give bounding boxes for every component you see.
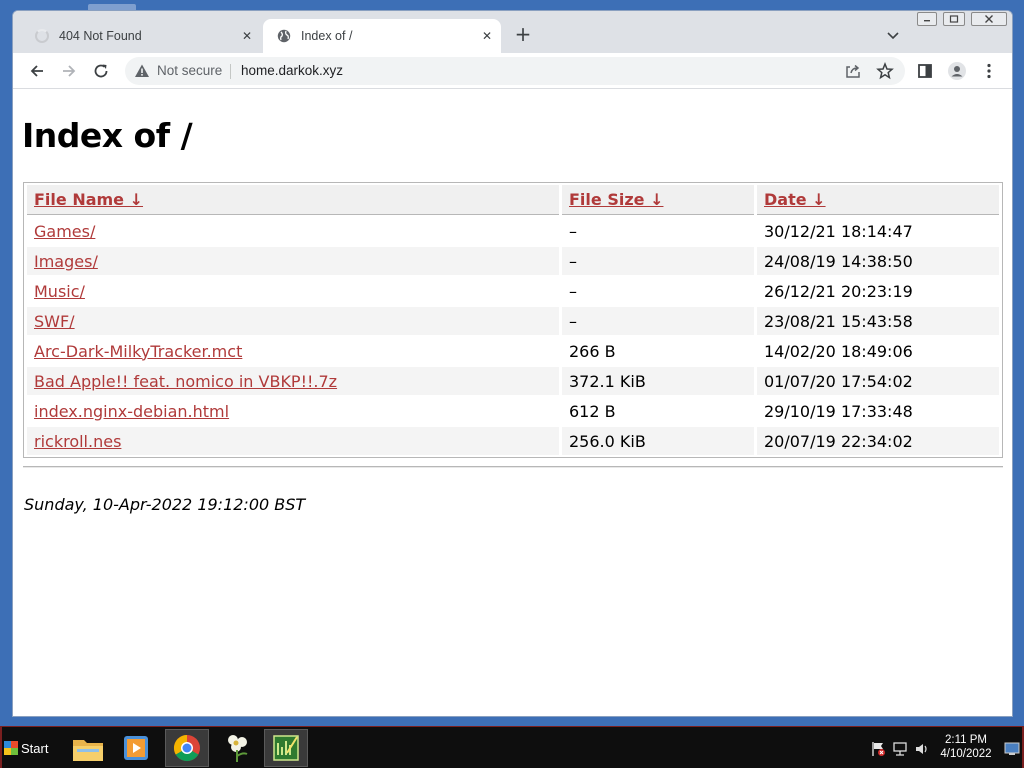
- file-link[interactable]: rickroll.nes: [34, 432, 121, 451]
- sort-by-name-link[interactable]: File Name ↓: [34, 190, 143, 209]
- network-icon[interactable]: [892, 741, 908, 761]
- volume-icon[interactable]: [914, 741, 930, 761]
- tab-title: Index of /: [301, 29, 353, 43]
- taskbar: Start 2:11 PM 4/10/2022: [0, 726, 1024, 768]
- system-tray: 2:11 PM 4/10/2022: [862, 727, 1022, 768]
- maximize-window-button[interactable]: [943, 12, 965, 26]
- share-icon[interactable]: [843, 61, 863, 81]
- horizontal-rule: [23, 466, 1003, 468]
- tab-search-chevron-icon[interactable]: [885, 27, 901, 43]
- file-date: 14/02/20 18:49:06: [764, 341, 913, 361]
- file-date: 26/12/21 20:23:19: [764, 281, 913, 301]
- file-link[interactable]: Music/: [34, 282, 85, 301]
- close-tab-icon[interactable]: ✕: [239, 28, 255, 44]
- sort-by-size-link[interactable]: File Size ↓: [569, 190, 663, 209]
- tracker-app-icon[interactable]: [264, 729, 308, 767]
- table-row: Bad Apple!! feat. nomico in VBKP!!.7z 37…: [27, 367, 999, 395]
- close-window-button[interactable]: [971, 12, 1007, 26]
- address-bar-divider: [230, 64, 231, 79]
- loading-spinner-icon: [35, 29, 49, 43]
- file-size: –: [562, 247, 754, 275]
- file-size: 266 B: [569, 341, 616, 361]
- start-label: Start: [21, 740, 49, 756]
- clock-time: 2:11 PM: [945, 734, 987, 746]
- browser-window: 404 Not Found ✕ Index of / ✕ + Not secur…: [12, 10, 1013, 717]
- clock-date: 4/10/2022: [940, 748, 992, 760]
- tab-index-of[interactable]: Index of / ✕: [263, 19, 501, 53]
- chrome-icon[interactable]: [165, 729, 209, 767]
- more-menu-icon[interactable]: [979, 61, 999, 81]
- file-size: 256.0 KiB: [562, 427, 754, 455]
- file-date: 29/10/19 17:33:48: [764, 401, 913, 421]
- file-link[interactable]: index.nginx-debian.html: [34, 402, 229, 421]
- table-header-row: File Name ↓ File Size ↓ Date ↓: [27, 185, 999, 215]
- new-tab-button[interactable]: +: [513, 24, 533, 45]
- file-date: 23/08/21 15:43:58: [757, 307, 999, 335]
- profile-avatar-icon[interactable]: [947, 61, 967, 81]
- file-date: 20/07/19 22:34:02: [757, 427, 999, 455]
- show-desktop-icon[interactable]: [1004, 741, 1020, 760]
- table-row: Games/ – 30/12/21 18:14:47: [27, 217, 999, 245]
- file-date: 01/07/20 17:54:02: [757, 367, 999, 395]
- page-content: Index of / File Name ↓ File Size ↓ Date …: [13, 90, 1012, 716]
- start-button[interactable]: Start: [4, 733, 56, 763]
- file-link[interactable]: Arc-Dark-MilkyTracker.mct: [34, 342, 242, 361]
- file-explorer-icon[interactable]: [66, 729, 110, 767]
- sort-by-date-link[interactable]: Date ↓: [764, 190, 826, 209]
- file-size: 372.1 KiB: [562, 367, 754, 395]
- page-title: Index of /: [22, 116, 193, 155]
- file-link[interactable]: Bad Apple!! feat. nomico in VBKP!!.7z: [34, 372, 337, 391]
- table-row: Arc-Dark-MilkyTracker.mct 266 B 14/02/20…: [27, 337, 999, 365]
- media-player-icon[interactable]: [114, 729, 158, 767]
- flower-app-icon[interactable]: [216, 729, 260, 767]
- bookmark-star-icon[interactable]: [875, 61, 895, 81]
- windows-logo-icon: [4, 741, 18, 755]
- minimize-window-button[interactable]: [917, 12, 937, 26]
- tab-404-not-found[interactable]: 404 Not Found ✕: [21, 19, 261, 53]
- file-size: –: [569, 221, 577, 241]
- tab-strip: 404 Not Found ✕ Index of / ✕ +: [13, 11, 1012, 53]
- file-size: –: [569, 281, 577, 301]
- action-center-flag-icon[interactable]: [870, 741, 886, 761]
- forward-arrow-icon[interactable]: [59, 61, 79, 81]
- not-secure-warning-icon[interactable]: [134, 63, 150, 83]
- security-status-label[interactable]: Not secure: [157, 63, 222, 78]
- file-date: 30/12/21 18:14:47: [764, 221, 913, 241]
- side-panel-icon[interactable]: [915, 61, 935, 81]
- file-link[interactable]: Images/: [34, 252, 98, 271]
- table-row: Music/ – 26/12/21 20:23:19: [27, 277, 999, 305]
- table-row: index.nginx-debian.html 612 B 29/10/19 1…: [27, 397, 999, 425]
- generated-timestamp: Sunday, 10-Apr-2022 19:12:00 BST: [24, 495, 306, 514]
- table-row: SWF/ – 23/08/21 15:43:58: [27, 307, 999, 335]
- file-link[interactable]: SWF/: [34, 312, 75, 331]
- url-text[interactable]: home.darkok.xyz: [241, 63, 343, 78]
- address-bar[interactable]: Not secure home.darkok.xyz: [125, 57, 905, 85]
- globe-icon: [277, 29, 291, 43]
- close-tab-icon[interactable]: ✕: [479, 28, 495, 44]
- table-row: rickroll.nes 256.0 KiB 20/07/19 22:34:02: [27, 427, 999, 455]
- file-size: 612 B: [569, 401, 616, 421]
- taskbar-clock[interactable]: 2:11 PM 4/10/2022: [930, 733, 1002, 761]
- file-listing-table: File Name ↓ File Size ↓ Date ↓ Games/ – …: [23, 182, 1003, 458]
- reload-icon[interactable]: [91, 61, 111, 81]
- back-arrow-icon[interactable]: [27, 61, 47, 81]
- file-date: 24/08/19 14:38:50: [757, 247, 999, 275]
- browser-toolbar: Not secure home.darkok.xyz: [13, 53, 1012, 89]
- file-link[interactable]: Games/: [34, 222, 95, 241]
- table-row: Images/ – 24/08/19 14:38:50: [27, 247, 999, 275]
- tab-title: 404 Not Found: [59, 29, 142, 43]
- file-size: –: [562, 307, 754, 335]
